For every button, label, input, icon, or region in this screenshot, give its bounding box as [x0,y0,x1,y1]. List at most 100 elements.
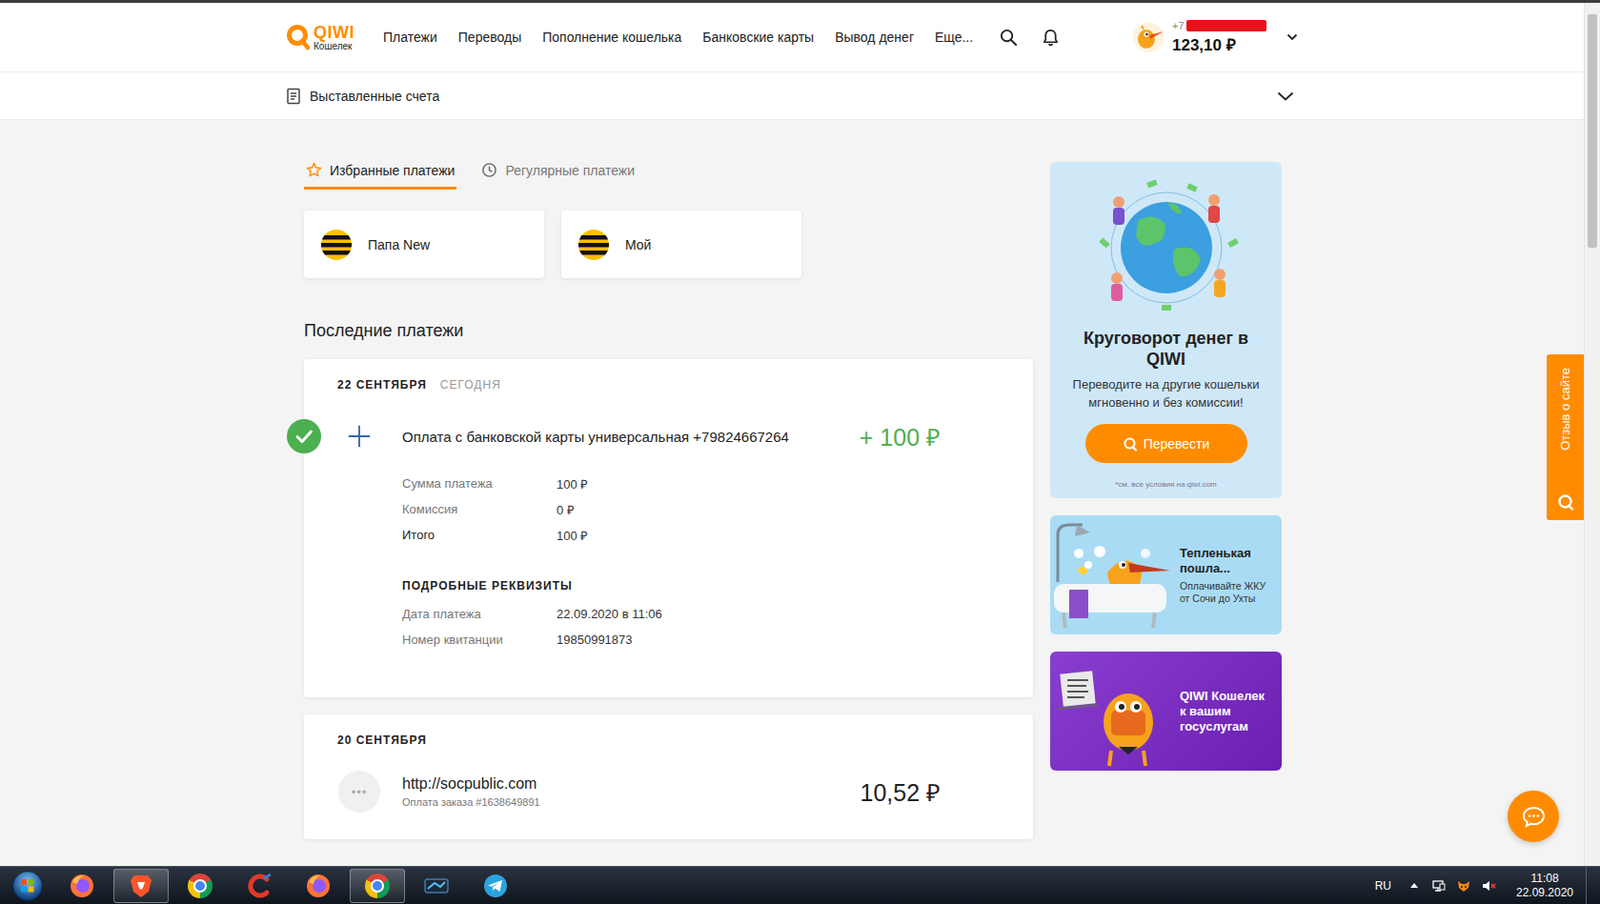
main-nav: Платежи Переводы Пополнение кошелька Банков… [383,29,973,45]
day-card: 20 СЕНТЯБРЯ•••http://socpublic.comОплата… [303,714,1033,840]
detail-label: Сумма платежа [402,476,557,491]
browser-viewport: QIWIКошелек Платежи Переводы Пополнение кош… [0,0,1600,867]
nav-item[interactable]: Платежи [383,29,438,45]
detail-row: Итого100 ₽ [402,522,941,548]
feedback-tab[interactable]: Отзыв о сайте [1546,354,1584,521]
page: QIWIКошелек Платежи Переводы Пополнение кош… [0,2,1584,867]
plus-icon [346,424,372,449]
speaker-muted-icon[interactable] [1480,878,1497,894]
nav-item[interactable]: Банковские карты [702,29,814,45]
qiwi-logo[interactable]: QIWIКошелек [285,23,355,52]
tab-label: Избранные платежи [329,162,455,179]
invoice-icon [285,87,302,105]
detail-value: 19850991873 [556,632,633,648]
payment-text: http://socpublic.com Оплата заказа #16386… [402,775,845,809]
detail-value: 100 ₽ [556,526,588,545]
promo-banner[interactable]: QIWI Кошелек к вашим госуслугам [1050,651,1282,771]
payment: Оплата с банковской карты универсальная … [337,409,941,677]
promo-banner[interactable]: Тепленькая пошла...Оплачивайте ЖКУ от Со… [1050,515,1282,635]
payment-text: Оплата с банковской карты универсальная … [402,428,845,446]
button-label: Перевести [1143,436,1211,452]
requisites-title: ПОДРОБНЫЕ РЕКВИЗИТЫ [402,576,941,596]
banner-note: *см. все условия на qiwi.com [1114,480,1217,489]
payment-type [337,424,382,449]
telegram-icon [482,872,509,900]
chat-button[interactable] [1507,790,1560,843]
favorite-card[interactable]: Мой [561,210,802,279]
nav-item[interactable]: Переводы [458,29,522,45]
detail-row: Комиссия0 ₽ [402,496,941,523]
chevron-down-icon [1286,33,1298,41]
nav-item[interactable]: Пополнение кошелька [542,29,682,45]
payment-subtitle: Оплата заказа #1638649891 [402,796,845,809]
account-menu[interactable]: +7123,10 ₽ [1132,19,1298,56]
content: Избранные платежи Регулярные платежи Папа … [303,162,1033,857]
chrome-icon [364,873,390,899]
payment-details: Сумма платежа100 ₽Комиссия0 ₽Итого100 ₽П… [337,463,941,677]
detail-label: Комиссия [402,502,557,517]
system-tray: RU 11:0822.09.2020 [1375,867,1600,904]
beeline-logo-icon [577,228,610,262]
taskbar-app[interactable] [172,869,228,904]
taskbar-app[interactable] [349,869,406,904]
fox-icon[interactable] [1456,878,1472,894]
detail-label: Номер квитанции [402,632,557,648]
detail-value: 100 ₽ [556,475,588,493]
sidebar: Круговорот денег в QIWI Переводите на дру… [1050,162,1282,771]
payment-title: Оплата с банковской карты универсальная … [402,428,845,446]
star-icon [305,162,323,179]
taskbar-app[interactable] [408,869,465,904]
banner-title: Круговорот денег в QIWI [1080,327,1253,370]
taskbar: RU 11:0822.09.2020 [0,866,1600,904]
taskbar-app[interactable] [290,869,346,904]
logo-name: QIWI [313,23,355,41]
payment-row[interactable]: ••• http://socpublic.com Оплата заказа #16… [337,765,941,819]
clock[interactable]: 11:0822.09.2020 [1513,871,1577,901]
globe-illustration-icon [1080,173,1253,317]
search-icon[interactable] [999,28,1018,47]
tabs: Избранные платежи Регулярные платежи [303,162,1033,190]
payment-row[interactable]: Оплата с банковской карты универсальная … [337,409,941,464]
phone-number: +7 [1172,20,1185,32]
detail-value: 22.09.2020 в 11:06 [556,607,663,622]
transfer-button[interactable]: Перевести [1085,424,1248,464]
clock-time: 11:08 [1530,871,1559,887]
promo-banner[interactable]: Круговорот денег в QIWI Переводите на дру… [1050,162,1282,499]
invoices-bar[interactable]: Выставленные счета [0,72,1584,121]
nav-item[interactable]: Еще... [934,29,973,45]
beeline-logo-icon [320,228,353,262]
scrollbar[interactable] [1583,2,1600,867]
taskbar-apps [54,869,527,904]
payment-amount: 10,52 ₽ [859,775,941,809]
taskbar-app[interactable] [54,869,110,904]
taskbar-app[interactable] [113,869,169,904]
bell-icon[interactable] [1041,28,1060,47]
account-info: +7123,10 ₽ [1172,19,1276,56]
detail-row: Сумма платежа100 ₽ [402,470,941,497]
network-icon[interactable] [1431,878,1447,894]
tab-label: Регулярные платежи [505,162,635,179]
qiwi-logo-icon [285,23,311,51]
banner-text: Переводите на другие кошельки мгновенно … [1061,375,1271,412]
detail-label: Дата платежа [402,607,557,622]
start-button[interactable] [0,867,55,904]
language-indicator[interactable]: RU [1375,879,1392,893]
payment-amount: + 100 ₽ [859,420,941,453]
detail-row: Дата платежа22.09.2020 в 11:06 [402,601,941,628]
favorite-card[interactable]: Папа New [303,210,545,279]
payment-title: http://socpublic.com [402,775,845,793]
show-desktop-button[interactable] [1585,867,1600,904]
tab[interactable]: Регулярные платежи [479,162,637,190]
show-hidden-icons-icon[interactable] [1406,878,1422,894]
invoices-row: Выставленные счета [285,72,1298,120]
taskbar-app[interactable] [231,869,287,904]
scroll-thumb[interactable] [1587,14,1598,248]
chevron-down-icon[interactable] [1276,91,1295,102]
nav-item[interactable]: Вывод денег [834,29,914,45]
header-bar: QIWIКошелек Платежи Переводы Пополнение кош… [285,2,1298,72]
day-note: СЕГОДНЯ [440,376,502,394]
tab[interactable]: Избранные платежи [303,162,457,190]
payment-type: ••• [337,770,382,813]
taskbar-app[interactable] [467,869,524,904]
chrome-center [370,879,385,893]
